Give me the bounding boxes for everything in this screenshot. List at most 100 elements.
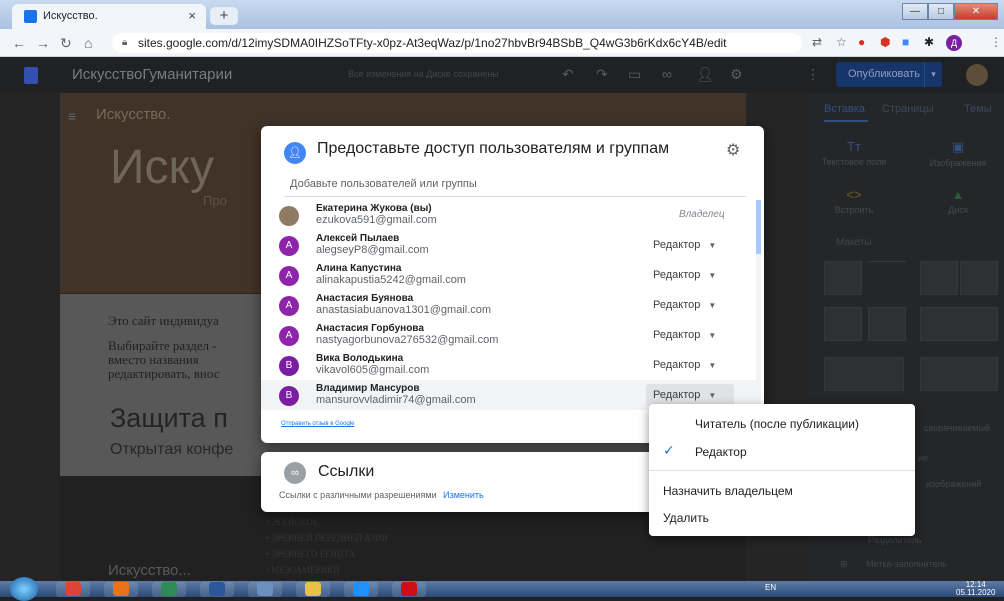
taskbar-ie[interactable] [344, 582, 378, 597]
send-feedback-link[interactable]: Отправить отзыв в Google [281, 421, 355, 427]
color-extension-icon[interactable]: ■ [902, 35, 909, 49]
menu-item-editor[interactable]: Редактор [649, 445, 915, 459]
role-select[interactable]: Редактор ▼ [653, 239, 716, 251]
chevron-down-icon: ▼ [708, 301, 717, 310]
add-people-input[interactable]: Добавьте пользователей или группы [284, 171, 746, 197]
start-button[interactable] [10, 577, 38, 601]
language-indicator[interactable]: EN [765, 583, 776, 592]
scrollbar-thumb[interactable] [756, 200, 761, 254]
role-select[interactable]: Редактор ▼ [653, 269, 716, 281]
links-description: Ссылки с различными разрешениями Изменит… [279, 490, 484, 500]
role-label: Редактор [653, 269, 701, 281]
avatar: А [279, 296, 299, 316]
role-label: Редактор [653, 359, 701, 371]
browser-tab[interactable]: Искусство. × [12, 4, 206, 29]
profile-icon[interactable]: Д [946, 35, 962, 51]
links-description-text: Ссылки с различными разрешениями [279, 490, 437, 500]
calculator-icon [257, 582, 273, 596]
change-links-button[interactable]: Изменить [443, 490, 484, 500]
adblock-extension-icon[interactable]: ⬢ [880, 35, 890, 49]
person-row-owner: Екатерина Жукова (вы) ezukova591@gmail.c… [261, 200, 756, 230]
share-dialog-title: Предоставьте доступ пользователям и груп… [317, 140, 670, 157]
windows-taskbar: EN 12:14 05.11.2020 [0, 577, 1004, 601]
maximize-button[interactable]: □ [928, 3, 954, 20]
person-email: ezukova591@gmail.com [316, 214, 437, 226]
browser-toolbar: ← → ↻ ⌂ 🔒︎ sites.google.com/d/12imySDMA0… [0, 29, 1004, 57]
avatar [279, 206, 299, 226]
forward-icon[interactable]: → [36, 35, 50, 51]
person-name: Владимир Мансуров [316, 383, 420, 394]
home-icon[interactable]: ⌂ [84, 35, 92, 51]
taskbar-word[interactable] [200, 582, 234, 597]
tab-title: Искусство. [43, 10, 98, 22]
browser-tabbar: Искусство. × + — □ ✕ [0, 0, 1004, 29]
person-email: alinakapustia5242@gmail.com [316, 274, 466, 286]
person-row: А Анастасия Горбунова nastyagorbunova276… [261, 320, 756, 350]
links-title: Ссылки [318, 463, 375, 480]
back-icon[interactable]: ← [12, 35, 26, 51]
person-name: Алексей Пылаев [316, 233, 400, 244]
taskbar-app[interactable] [104, 582, 138, 597]
person-name: Анастасия Буянова [316, 293, 414, 304]
role-label: Редактор [653, 329, 701, 341]
avatar: А [279, 326, 299, 346]
lock-icon: 🔒︎ [122, 37, 128, 48]
person-name: Алина Капустина [316, 263, 402, 274]
role-label: Редактор [653, 299, 701, 311]
person-email: anastasiabuanova1301@gmail.com [316, 304, 492, 316]
internet-explorer-icon [353, 582, 369, 596]
system-clock[interactable]: 12:14 05.11.2020 [956, 581, 995, 597]
person-name: Екатерина Жукова (вы) [316, 203, 432, 214]
share-settings-icon[interactable]: ⚙ [726, 140, 740, 160]
opera-icon [401, 582, 417, 596]
chevron-down-icon: ▼ [708, 241, 717, 250]
menu-item-remove[interactable]: Удалить [649, 511, 915, 525]
role-select[interactable]: Редактор ▼ [653, 359, 716, 371]
menu-item-make-owner[interactable]: Назначить владельцем [649, 484, 915, 498]
taskbar-excel[interactable] [152, 582, 186, 597]
add-person-icon: 👤︎ [284, 142, 306, 164]
menu-item-viewer[interactable]: Читатель (после публикации) [649, 417, 915, 431]
person-name: Анастасия Горбунова [316, 323, 424, 334]
chevron-down-icon: ▼ [708, 391, 717, 400]
share-dialog: 👤︎ Предоставьте доступ пользователям и г… [261, 126, 764, 443]
extensions-icon[interactable]: ✱ [924, 35, 934, 49]
taskbar-chrome[interactable] [56, 582, 90, 597]
add-people-placeholder: Добавьте пользователей или группы [290, 178, 477, 190]
close-window-button[interactable]: ✕ [954, 3, 998, 20]
app-icon [113, 582, 129, 596]
menu-divider [649, 470, 915, 471]
person-name: Вика Володькина [316, 353, 404, 364]
avatar: А [279, 236, 299, 256]
reload-icon[interactable]: ↻ [60, 35, 72, 52]
new-tab-button[interactable]: + [210, 7, 238, 25]
person-row: А Алексей Пылаев alegseyP8@gmail.com Ред… [261, 230, 756, 260]
translate-icon[interactable]: ⇄ [812, 35, 822, 49]
people-scrollbar[interactable] [756, 200, 761, 410]
opera-extension-icon[interactable]: ● [858, 35, 865, 49]
chevron-down-icon: ▼ [708, 361, 717, 370]
person-email: mansurovvladimir74@gmail.com [316, 394, 476, 406]
role-select[interactable]: Редактор ▼ [653, 389, 716, 401]
role-dropdown-menu: Читатель (после публикации) ✓ Редактор Н… [649, 404, 915, 536]
sites-favicon-icon [24, 10, 37, 23]
taskbar-explorer[interactable] [296, 582, 330, 597]
chevron-down-icon: ▼ [708, 331, 717, 340]
person-row: А Алина Капустина alinakapustia5242@gmai… [261, 260, 756, 290]
spreadsheet-icon [161, 582, 177, 596]
address-bar[interactable]: 🔒︎ sites.google.com/d/12imySDMA0IHZSoTFt… [112, 33, 802, 53]
person-row: В Вика Володькина vikavol605@gmail.com Р… [261, 350, 756, 380]
menu-kebab-icon[interactable]: ⋮ [990, 35, 1002, 49]
tab-close-icon[interactable]: × [188, 8, 196, 23]
taskbar-opera[interactable] [392, 582, 426, 597]
role-select[interactable]: Редактор ▼ [653, 329, 716, 341]
folder-icon [305, 582, 321, 596]
taskbar-calculator[interactable] [248, 582, 282, 597]
person-email: vikavol605@gmail.com [316, 364, 430, 376]
clock-date: 05.11.2020 [956, 588, 996, 597]
bookmark-star-icon[interactable]: ☆ [836, 35, 847, 49]
role-select[interactable]: Редактор ▼ [653, 299, 716, 311]
minimize-button[interactable]: — [902, 3, 928, 20]
chevron-down-icon: ▼ [708, 271, 717, 280]
avatar: В [279, 386, 299, 406]
